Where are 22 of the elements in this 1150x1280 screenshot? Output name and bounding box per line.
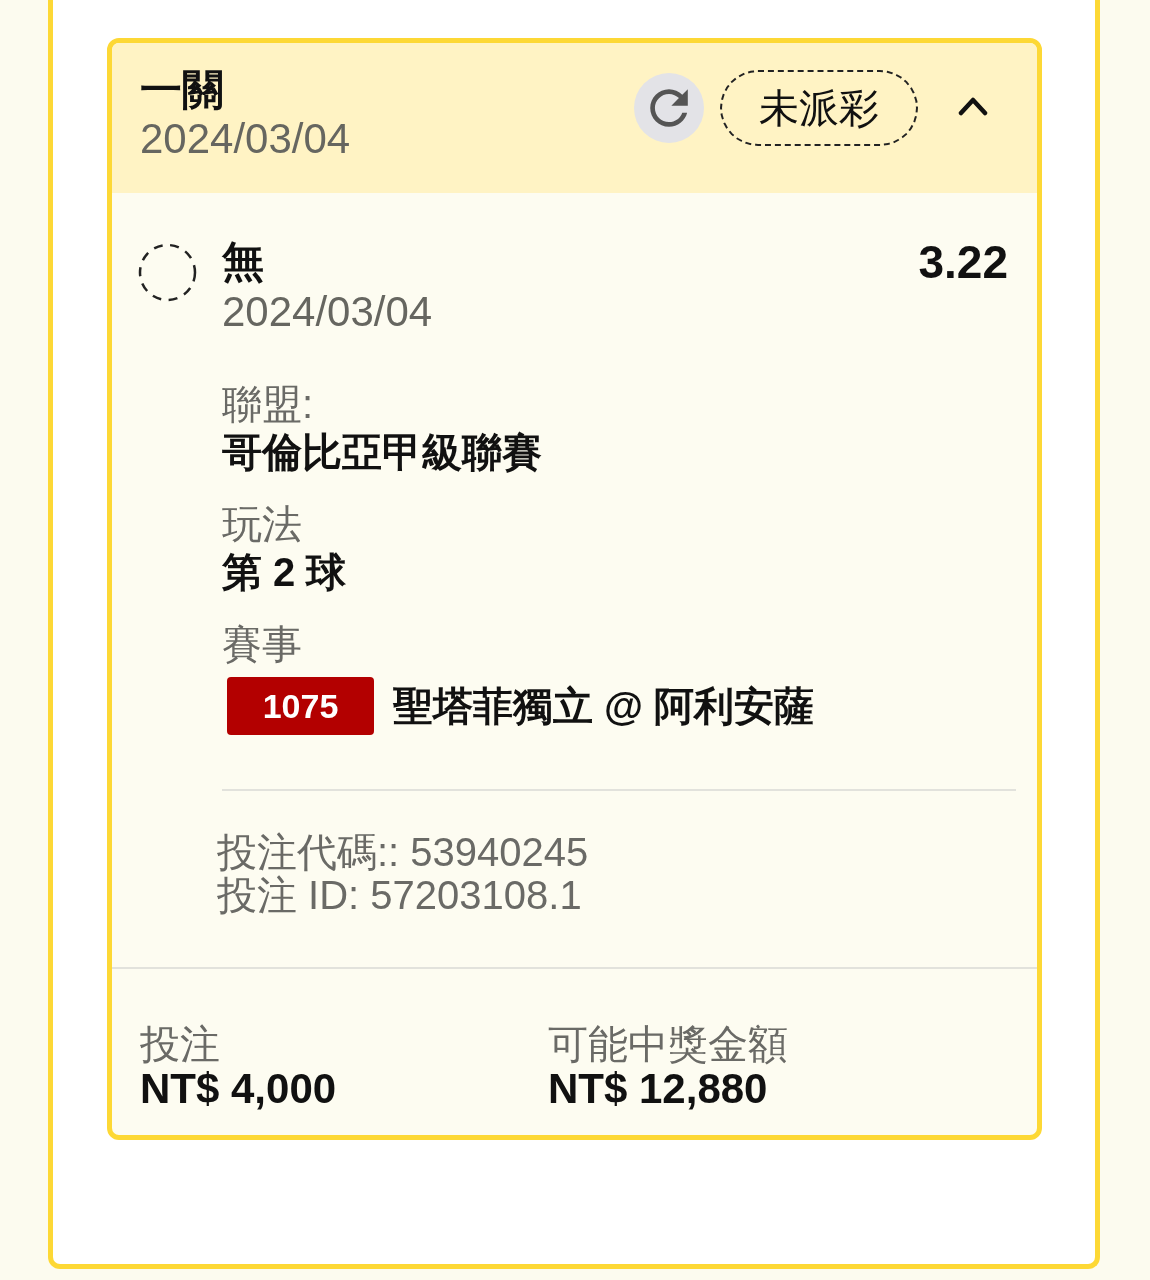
detail-label: 聯盟: <box>222 381 315 428</box>
odds-value: 3.22 <box>918 237 1008 287</box>
chevron-up-icon[interactable] <box>958 96 988 116</box>
total-label: 可能中獎金額 <box>548 1021 789 1067</box>
match-number-tag: 1075 <box>227 677 374 735</box>
detail-value: 第 2 球 <box>222 549 348 596</box>
detail-label: 賽事 <box>222 621 303 668</box>
refresh-icon[interactable] <box>634 73 704 143</box>
total-value: NT$ 12,880 <box>548 1067 769 1111</box>
bet-reference: 投注 ID: 57203108.1 <box>217 874 583 917</box>
dashed-circle-icon[interactable] <box>138 243 197 302</box>
status-pill: 未派彩 <box>720 70 918 146</box>
bet-reference: 投注代碼:: 53940245 <box>217 831 590 874</box>
match-title: 聖塔菲獨立 @ 阿利安薩 <box>393 683 815 730</box>
bet-title: 一關 <box>140 65 225 115</box>
selection-date: 2024/03/04 <box>222 287 434 337</box>
detail-value: 哥倫比亞甲級聯賽 <box>222 429 543 476</box>
total-value: NT$ 4,000 <box>140 1067 338 1111</box>
bet-date: 2024/03/04 <box>140 115 351 163</box>
detail-label: 玩法 <box>222 501 303 548</box>
selection-name: 無 <box>222 237 265 287</box>
total-label: 投注 <box>140 1021 221 1067</box>
